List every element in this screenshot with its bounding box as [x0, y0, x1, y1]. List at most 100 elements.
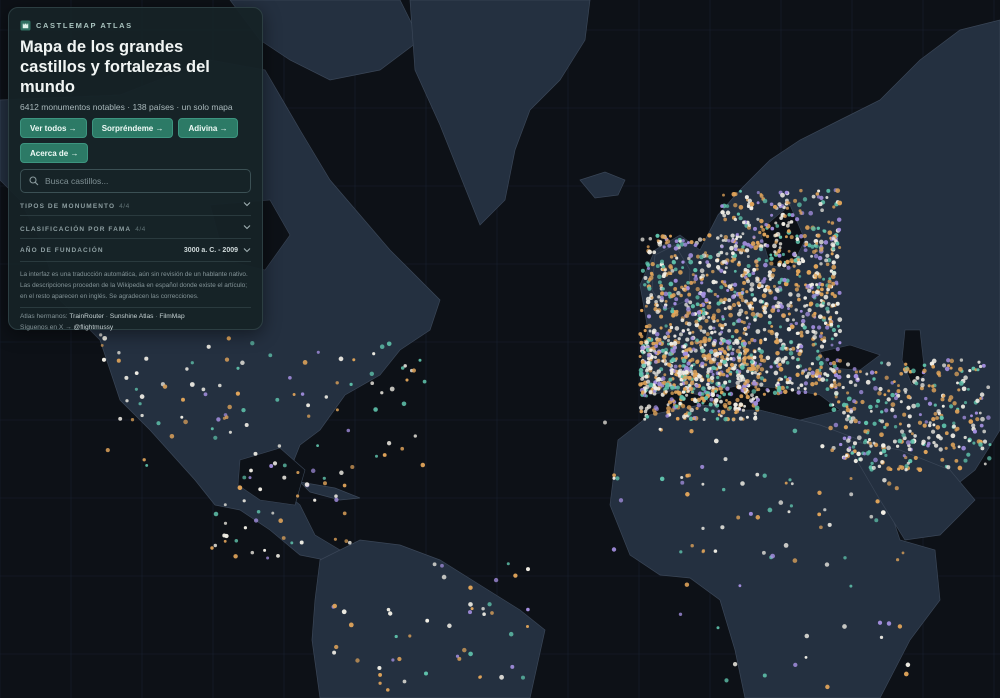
castle-marker[interactable] — [682, 414, 687, 419]
castle-marker[interactable] — [687, 292, 692, 297]
castle-marker[interactable] — [820, 331, 824, 335]
castle-marker[interactable] — [138, 402, 142, 406]
castle-marker[interactable] — [688, 259, 694, 265]
castle-marker[interactable] — [422, 379, 427, 384]
castle-marker[interactable] — [796, 390, 801, 395]
castle-marker[interactable] — [105, 448, 110, 453]
castle-marker[interactable] — [751, 397, 756, 401]
castle-marker[interactable] — [810, 244, 815, 249]
castle-marker[interactable] — [784, 190, 789, 195]
castle-marker[interactable] — [789, 504, 794, 508]
castle-marker[interactable] — [769, 256, 774, 261]
castle-marker[interactable] — [335, 408, 339, 412]
castle-marker[interactable] — [813, 273, 818, 278]
castle-marker[interactable] — [811, 294, 816, 299]
castle-marker[interactable] — [334, 644, 339, 650]
castle-marker[interactable] — [226, 336, 231, 341]
castle-marker[interactable] — [753, 416, 758, 421]
castle-marker[interactable] — [140, 413, 144, 418]
castle-marker[interactable] — [737, 248, 741, 252]
castle-marker[interactable] — [681, 239, 685, 243]
castle-marker[interactable] — [722, 359, 727, 365]
castle-marker[interactable] — [920, 383, 925, 388]
castle-marker[interactable] — [668, 281, 674, 287]
castle-marker[interactable] — [769, 261, 774, 266]
castle-marker[interactable] — [828, 277, 832, 281]
castle-marker[interactable] — [700, 464, 705, 469]
castle-marker[interactable] — [831, 303, 835, 308]
castle-marker[interactable] — [849, 584, 853, 588]
castle-marker[interactable] — [894, 392, 898, 396]
castle-marker[interactable] — [640, 382, 644, 386]
castle-marker[interactable] — [886, 621, 892, 626]
castle-marker[interactable] — [663, 268, 667, 272]
castle-marker[interactable] — [639, 409, 644, 414]
castle-marker[interactable] — [490, 611, 494, 615]
castle-marker[interactable] — [744, 248, 750, 253]
castle-marker[interactable] — [673, 302, 677, 306]
castle-marker[interactable] — [508, 631, 514, 637]
castle-marker[interactable] — [425, 618, 430, 623]
castle-marker[interactable] — [817, 490, 822, 495]
castle-marker[interactable] — [743, 271, 747, 275]
castle-marker[interactable] — [742, 220, 746, 225]
castle-marker[interactable] — [733, 192, 738, 197]
castle-marker[interactable] — [884, 375, 889, 380]
castle-marker[interactable] — [790, 381, 794, 385]
castle-marker[interactable] — [733, 402, 738, 407]
castle-marker[interactable] — [711, 386, 715, 390]
castle-marker[interactable] — [821, 301, 825, 305]
castle-marker[interactable] — [658, 427, 662, 431]
castle-marker[interactable] — [874, 518, 879, 523]
castle-marker[interactable] — [802, 233, 807, 239]
castle-marker[interactable] — [253, 451, 258, 456]
castle-marker[interactable] — [708, 402, 713, 407]
castle-marker[interactable] — [883, 425, 887, 430]
castle-marker[interactable] — [762, 232, 767, 237]
castle-marker[interactable] — [664, 351, 668, 355]
castle-marker[interactable] — [716, 301, 721, 306]
castle-marker[interactable] — [249, 468, 253, 473]
castle-marker[interactable] — [957, 445, 961, 449]
castle-marker[interactable] — [792, 558, 798, 563]
castle-marker[interactable] — [791, 252, 797, 257]
castle-marker[interactable] — [669, 397, 674, 402]
castle-marker[interactable] — [767, 320, 772, 325]
castle-marker[interactable] — [783, 214, 787, 218]
castle-marker[interactable] — [719, 285, 724, 290]
surprise-button[interactable]: Sorpréndeme → — [91, 118, 174, 138]
castle-marker[interactable] — [738, 345, 742, 349]
castle-marker[interactable] — [666, 403, 670, 407]
castle-marker[interactable] — [657, 381, 662, 387]
castle-marker[interactable] — [743, 267, 748, 272]
castle-marker[interactable] — [338, 356, 344, 362]
castle-marker[interactable] — [738, 204, 744, 210]
castle-marker[interactable] — [737, 291, 742, 296]
castle-marker[interactable] — [673, 287, 678, 291]
castle-marker[interactable] — [679, 293, 683, 298]
castle-marker[interactable] — [342, 511, 347, 516]
castle-marker[interactable] — [906, 394, 911, 399]
castle-marker[interactable] — [268, 353, 273, 358]
castle-marker[interactable] — [825, 357, 830, 362]
castle-marker[interactable] — [872, 421, 877, 426]
castle-marker[interactable] — [842, 456, 846, 460]
castle-marker[interactable] — [741, 245, 745, 249]
castle-marker[interactable] — [686, 405, 692, 410]
castle-marker[interactable] — [263, 548, 267, 552]
castle-marker[interactable] — [640, 345, 645, 351]
castle-marker[interactable] — [781, 222, 786, 226]
castle-marker[interactable] — [940, 397, 945, 402]
castle-marker[interactable] — [818, 361, 824, 366]
castle-marker[interactable] — [705, 260, 710, 264]
castle-marker[interactable] — [727, 305, 732, 310]
castle-marker[interactable] — [817, 512, 822, 517]
castle-marker[interactable] — [689, 240, 694, 245]
castle-marker[interactable] — [783, 356, 788, 360]
castle-marker[interactable] — [671, 260, 677, 265]
castle-marker[interactable] — [738, 216, 743, 221]
castle-marker[interactable] — [703, 343, 707, 347]
castle-marker[interactable] — [786, 303, 791, 308]
castle-marker[interactable] — [820, 282, 825, 287]
castle-marker[interactable] — [852, 441, 858, 446]
